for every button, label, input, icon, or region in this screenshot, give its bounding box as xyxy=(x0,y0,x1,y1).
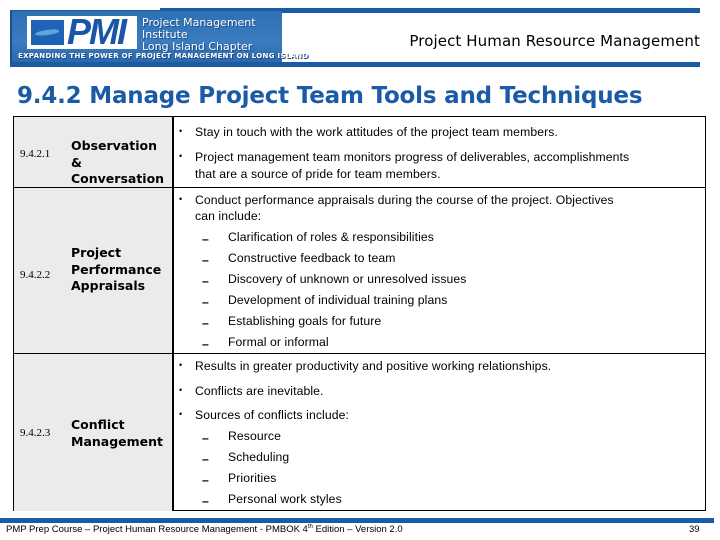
table-row: 9.4.2.2 Project Performance Appraisals •… xyxy=(14,188,705,354)
sub-bullet-text: Formal or informal xyxy=(228,335,329,349)
pmi-logo-icon: PMI xyxy=(27,11,137,52)
section-name: Project Performance Appraisals xyxy=(71,245,161,295)
section-content-cell: • Results in greater productivity and po… xyxy=(175,354,705,511)
section-name: Conflict Management xyxy=(71,417,163,450)
bullet-text: can include: xyxy=(195,209,262,223)
footer-text-main: PMP Prep Course – Project Human Resource… xyxy=(6,524,308,536)
section-number: 9.4.2.1 xyxy=(20,148,51,160)
bullet-text: Conduct performance appraisals during th… xyxy=(195,193,614,207)
tools-techniques-table: 9.4.2.1 Observation & Conversation • Sta… xyxy=(13,116,706,511)
dash-icon: – xyxy=(202,473,209,487)
bullet-text: Results in greater productivity and posi… xyxy=(195,359,552,373)
sub-bullet-text: Scheduling xyxy=(228,450,290,464)
page-number: 39 xyxy=(689,524,700,535)
section-label-cell: 9.4.2.2 Project Performance Appraisals xyxy=(14,188,174,353)
bullet-icon: • xyxy=(179,151,183,161)
dash-icon: – xyxy=(202,452,209,466)
footer-rule xyxy=(0,518,714,523)
dash-icon: – xyxy=(202,431,209,445)
bullet-icon: • xyxy=(179,385,183,395)
dash-icon: – xyxy=(202,232,209,246)
sub-bullet-text: Establishing goals for future xyxy=(228,314,382,328)
bullet-text: that are a source of pride for team memb… xyxy=(195,167,441,181)
logo-letters: PMI xyxy=(67,11,127,52)
section-name-line: Appraisals xyxy=(71,278,146,293)
section-name-line: Observation & xyxy=(71,138,157,170)
sub-bullet-text: Priorities xyxy=(228,471,277,485)
sub-bullet-text: Discovery of unknown or unresolved issue… xyxy=(228,272,467,286)
sub-bullet-text: Development of individual training plans xyxy=(228,293,448,307)
long-island-icon xyxy=(31,20,64,45)
logo-tagline: EXPANDING THE POWER OF PROJECT MANAGEMEN… xyxy=(18,52,309,60)
table-row: 9.4.2.1 Observation & Conversation • Sta… xyxy=(14,117,705,188)
dash-icon: – xyxy=(202,494,209,508)
slide-title: 9.4.2 Manage Project Team Tools and Tech… xyxy=(17,83,643,109)
bullet-text: Sources of conflicts include: xyxy=(195,408,349,422)
section-content-cell: • Stay in touch with the work attitudes … xyxy=(175,117,705,187)
dash-icon: – xyxy=(202,316,209,330)
sub-bullet-text: Constructive feedback to team xyxy=(228,251,396,265)
sub-bullet-text: Clarification of roles & responsibilitie… xyxy=(228,230,434,244)
section-name-line: Project xyxy=(71,245,122,260)
sub-bullet-text: Resource xyxy=(228,429,281,443)
section-name-line: Performance xyxy=(71,261,162,277)
logo-org-line1: Project Management Institute xyxy=(142,16,256,41)
footer-text: PMP Prep Course – Project Human Resource… xyxy=(6,524,403,535)
dash-icon: – xyxy=(202,274,209,288)
table-row: 9.4.2.3 Conflict Management • Results in… xyxy=(14,354,705,511)
header-bottom-rule xyxy=(10,62,700,67)
bullet-text: Conflicts are inevitable. xyxy=(195,384,324,398)
section-name-line: Conflict xyxy=(71,417,125,432)
dash-icon: – xyxy=(202,337,209,351)
section-number: 9.4.2.2 xyxy=(20,269,51,281)
section-name-line: Conversation xyxy=(71,171,165,186)
section-name-line: Management xyxy=(71,433,164,449)
pmi-logo-banner: PMI Project Management Institute Long Is… xyxy=(10,11,308,66)
bullet-text: Stay in touch with the work attitudes of… xyxy=(195,125,558,139)
bullet-text: Project management team monitors progres… xyxy=(195,150,630,164)
section-content-cell: • Conduct performance appraisals during … xyxy=(175,188,705,353)
section-label-cell: 9.4.2.1 Observation & Conversation xyxy=(14,117,174,187)
bullet-icon: • xyxy=(179,409,183,419)
sub-bullet-text: Personal work styles xyxy=(228,492,342,506)
logo-org-name: Project Management Institute Long Island… xyxy=(142,17,282,53)
section-label-cell: 9.4.2.3 Conflict Management xyxy=(14,354,174,511)
dash-icon: – xyxy=(202,295,209,309)
footer-text-edition: Edition – Version 2.0 xyxy=(312,524,403,536)
bullet-icon: • xyxy=(179,360,183,370)
section-name: Observation & Conversation xyxy=(71,138,172,188)
dash-icon: – xyxy=(202,253,209,267)
document-header-title: Project Human Resource Management xyxy=(409,32,700,50)
bullet-icon: • xyxy=(179,194,183,204)
section-number: 9.4.2.3 xyxy=(20,427,51,439)
bullet-icon: • xyxy=(179,126,183,136)
